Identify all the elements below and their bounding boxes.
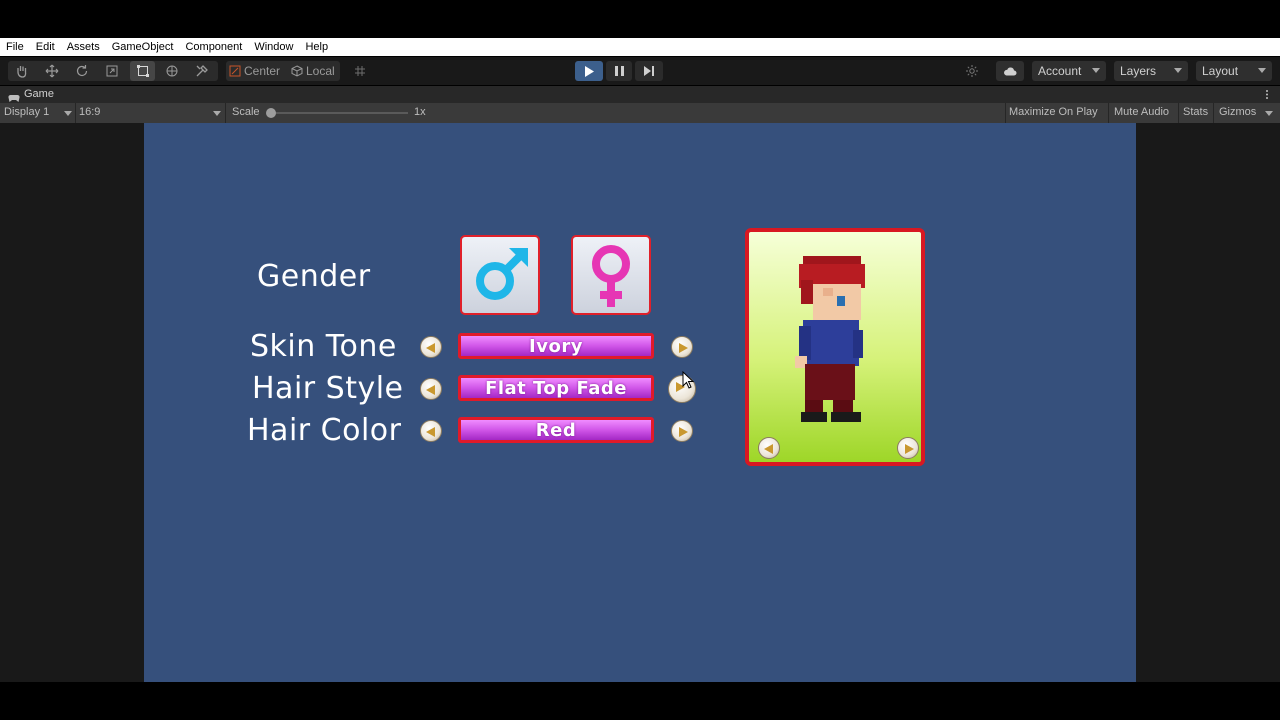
lighting-icon[interactable]	[960, 61, 984, 81]
divider	[1005, 103, 1006, 123]
maximize-on-play-toggle[interactable]: Maximize On Play	[1009, 106, 1098, 118]
layers-label: Layers	[1120, 64, 1157, 78]
mute-audio-toggle[interactable]: Mute Audio	[1114, 106, 1169, 118]
chevron-down-icon	[1174, 68, 1182, 73]
pivot-local-button[interactable]: Local	[291, 61, 339, 81]
gizmos-dropdown[interactable]: Gizmos	[1219, 106, 1256, 118]
transform-tool-icon[interactable]	[161, 61, 183, 81]
chevron-down-icon	[1265, 111, 1273, 116]
cloud-icon	[1004, 67, 1017, 76]
menu-gameobject[interactable]: GameObject	[106, 38, 180, 56]
rotate-tool-icon[interactable]	[71, 61, 93, 81]
rect-tool-icon[interactable]	[130, 61, 155, 81]
character-next-arrow-icon[interactable]	[897, 437, 919, 459]
pause-button[interactable]	[606, 61, 632, 81]
female-button[interactable]	[571, 235, 651, 315]
hair-style-value: Flat Top Fade	[458, 375, 654, 401]
male-button[interactable]	[460, 235, 540, 315]
scale-label: Scale	[232, 106, 260, 118]
scale-slider-handle[interactable]	[266, 108, 276, 118]
skin-tone-label: Skin Tone	[250, 329, 397, 364]
menu-edit[interactable]: Edit	[30, 38, 61, 56]
pivot-center-button[interactable]: Center	[229, 61, 285, 81]
aspect-dropdown[interactable]: 16:9	[79, 106, 100, 118]
divider	[1213, 103, 1214, 123]
pivot-center-icon	[229, 65, 241, 77]
layout-label: Layout	[1202, 64, 1239, 78]
divider	[75, 103, 76, 123]
mouse-cursor-icon	[682, 370, 695, 394]
cloud-button[interactable]	[996, 61, 1024, 81]
display-dropdown[interactable]: Display 1	[4, 106, 49, 118]
skin-tone-prev-arrow-icon[interactable]	[420, 336, 442, 358]
scale-slider-track[interactable]	[270, 112, 408, 114]
female-icon	[592, 245, 630, 307]
scale-tool-icon[interactable]	[101, 61, 123, 81]
tab-menu-icon[interactable]	[1264, 88, 1270, 101]
hair-color-prev-arrow-icon[interactable]	[420, 420, 442, 442]
layers-dropdown[interactable]: Layers	[1114, 61, 1188, 81]
menu-bar: File Edit Assets GameObject Component Wi…	[0, 38, 1280, 56]
pivot-local-label: Local	[306, 64, 335, 78]
account-dropdown[interactable]: Account	[1032, 61, 1106, 81]
hand-tool-icon[interactable]	[11, 61, 33, 81]
game-tab-bar: Game	[0, 86, 1280, 103]
scale-value: 1x	[414, 106, 426, 118]
menu-component[interactable]: Component	[179, 38, 248, 56]
menu-assets[interactable]: Assets	[61, 38, 106, 56]
chevron-down-icon	[1092, 68, 1100, 73]
step-icon	[644, 66, 654, 76]
layout-dropdown[interactable]: Layout	[1196, 61, 1272, 81]
hair-color-label: Hair Color	[247, 413, 402, 448]
move-tool-icon[interactable]	[41, 61, 63, 81]
gender-label: Gender	[257, 259, 371, 294]
hair-color-value: Red	[458, 417, 654, 443]
letterbox-bottom	[0, 682, 1280, 720]
chevron-down-icon	[64, 111, 72, 116]
character-prev-arrow-icon[interactable]	[758, 437, 780, 459]
hair-color-next-arrow-icon[interactable]	[671, 420, 693, 442]
game-tab[interactable]: Game	[24, 88, 54, 100]
chevron-down-icon	[1258, 68, 1266, 73]
menu-file[interactable]: File	[0, 38, 30, 56]
play-button[interactable]	[575, 61, 603, 81]
stats-toggle[interactable]: Stats	[1183, 106, 1208, 118]
custom-tool-icon[interactable]	[191, 61, 213, 81]
hair-style-prev-arrow-icon[interactable]	[420, 378, 442, 400]
pause-icon	[614, 66, 624, 76]
divider	[1178, 103, 1179, 123]
male-icon	[476, 248, 528, 300]
divider	[1108, 103, 1109, 123]
character-preview	[745, 228, 925, 466]
chevron-down-icon	[213, 111, 221, 116]
cube-icon	[291, 65, 303, 77]
skin-tone-next-arrow-icon[interactable]	[671, 336, 693, 358]
game-view-toolbar: Display 1 16:9 Scale 1x Maximize On Play…	[0, 103, 1280, 123]
menu-window[interactable]: Window	[248, 38, 299, 56]
character-sprite	[795, 256, 865, 422]
account-label: Account	[1038, 64, 1082, 78]
pivot-center-label: Center	[244, 64, 281, 78]
menu-help[interactable]: Help	[299, 38, 334, 56]
step-button[interactable]	[635, 61, 663, 81]
skin-tone-value: Ivory	[458, 333, 654, 359]
main-toolbar: Center Local Account Layers Layout	[0, 57, 1280, 85]
grid-snap-icon[interactable]	[350, 61, 370, 81]
divider	[225, 103, 226, 123]
hair-style-label: Hair Style	[252, 371, 404, 406]
play-icon	[585, 65, 594, 77]
